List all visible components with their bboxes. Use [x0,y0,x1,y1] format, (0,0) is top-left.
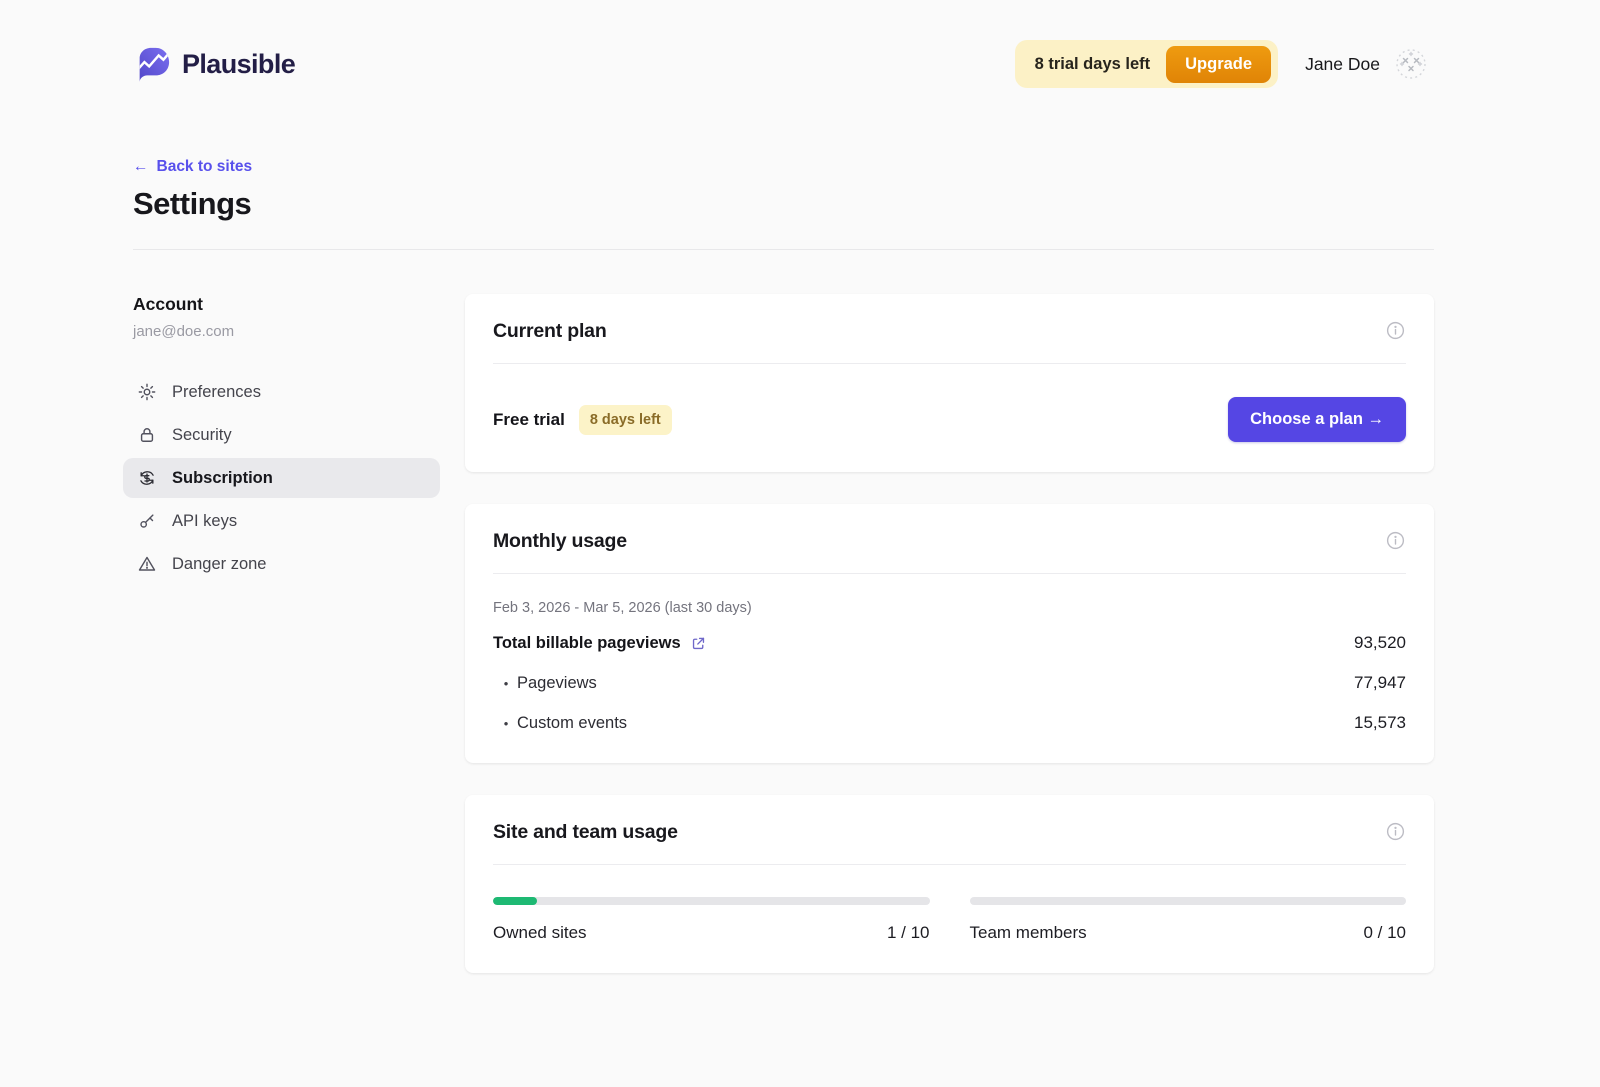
gear-icon [137,382,157,402]
sidebar-item-danger-zone[interactable]: Danger zone [123,544,440,584]
settings-sidebar: Account jane@doe.com Preferences [133,294,440,1005]
custom-events-row: • Custom events 15,573 [493,713,1406,733]
bullet-icon: • [500,716,512,731]
warning-triangle-icon [137,554,157,574]
owned-sites-label: Owned sites [493,923,587,943]
subscription-dollar-icon [137,468,157,488]
page-divider [133,249,1434,250]
monthly-usage-card: Monthly usage Feb 3, 2026 - Mar 5, 2026 … [465,504,1434,763]
custom-events-value: 15,573 [1354,713,1406,733]
owned-sites-value: 1 / 10 [887,923,930,943]
back-arrow-icon: ← [133,158,149,176]
lock-icon [137,425,157,445]
upgrade-button[interactable]: Upgrade [1166,46,1271,83]
bullet-icon: • [500,676,512,691]
plausible-wordmark: Plausible [182,49,295,80]
info-icon[interactable] [1385,530,1406,551]
account-email: jane@doe.com [133,323,440,340]
sidebar-item-label: API keys [172,512,237,531]
sidebar-nav: Preferences Security [123,372,440,584]
choose-plan-button[interactable]: Choose a plan → [1228,397,1406,442]
pageviews-value: 77,947 [1354,673,1406,693]
settings-content: Current plan Free trial 8 days left Choo… [465,294,1434,1005]
user-menu[interactable]: Jane Doe [1305,47,1428,81]
site-team-usage-card: Site and team usage Owned site [465,795,1434,973]
header-right: 8 trial days left Upgrade Jane Doe [1015,40,1428,88]
usage-period: Feb 3, 2026 - Mar 5, 2026 (last 30 days) [493,600,1406,616]
total-billable-label: Total billable pageviews [493,634,681,653]
site-team-usage-title: Site and team usage [493,821,678,844]
team-members-meter: Team members 0 / 10 [970,897,1407,943]
sidebar-item-label: Danger zone [172,555,266,574]
user-name: Jane Doe [1305,54,1380,75]
avatar[interactable] [1394,47,1428,81]
sidebar-item-api-keys[interactable]: API keys [123,501,440,541]
back-to-sites-link[interactable]: ← Back to sites [133,158,252,176]
pageviews-label: Pageviews [517,674,597,693]
sidebar-item-preferences[interactable]: Preferences [123,372,440,412]
sidebar-section-title: Account [133,294,440,315]
sidebar-item-security[interactable]: Security [123,415,440,455]
team-members-value: 0 / 10 [1363,923,1406,943]
owned-sites-progress-fill [493,897,537,905]
team-members-label: Team members [970,923,1087,943]
plausible-logo-icon [133,45,171,83]
pageviews-row: • Pageviews 77,947 [493,673,1406,693]
card-divider [493,573,1406,574]
sidebar-item-label: Security [172,426,232,445]
plan-name: Free trial [493,410,565,430]
sidebar-item-subscription[interactable]: Subscription [123,458,440,498]
sidebar-item-label: Preferences [172,383,261,402]
top-bar: Plausible 8 trial days left Upgrade Jane… [0,0,1600,88]
info-icon[interactable] [1385,821,1406,842]
team-members-progress-track [970,897,1407,905]
card-divider [493,363,1406,364]
plausible-logo[interactable]: Plausible [133,45,295,83]
current-plan-card: Current plan Free trial 8 days left Choo… [465,294,1434,472]
current-plan-title: Current plan [493,320,607,343]
info-icon[interactable] [1385,320,1406,341]
total-billable-value: 93,520 [1354,633,1406,653]
owned-sites-meter: Owned sites 1 / 10 [493,897,930,943]
sidebar-item-label: Subscription [172,469,273,488]
monthly-usage-title: Monthly usage [493,530,627,553]
trial-days-text: 8 trial days left [1035,55,1151,74]
back-link-label: Back to sites [157,158,253,176]
owned-sites-progress-track [493,897,930,905]
card-divider [493,864,1406,865]
days-left-badge: 8 days left [579,405,672,435]
page-title: Settings [133,186,1434,222]
total-billable-row: Total billable pageviews 93,520 [493,633,1406,653]
custom-events-label: Custom events [517,714,627,733]
external-link-icon[interactable] [690,635,707,652]
trial-pill: 8 trial days left Upgrade [1015,40,1279,88]
key-icon [137,511,157,531]
